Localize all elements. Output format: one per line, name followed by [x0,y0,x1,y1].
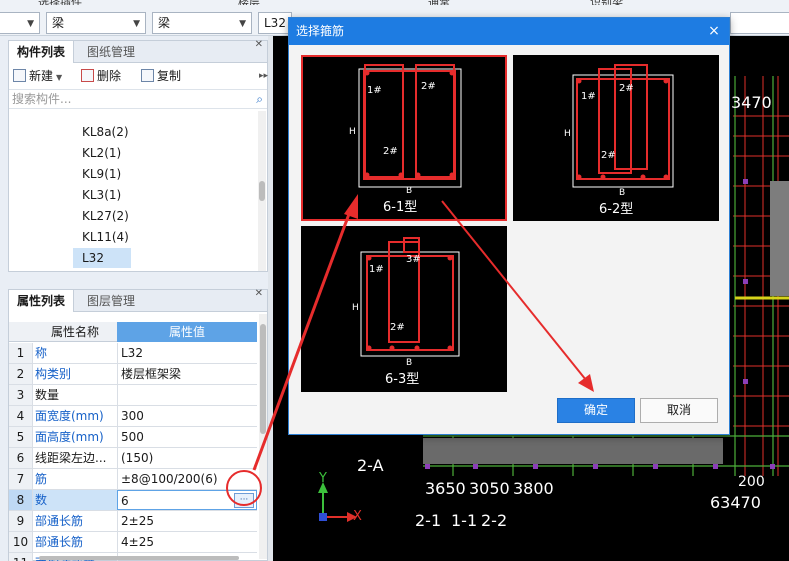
annotation-circle [226,470,262,506]
annotation-arrow-line [441,200,587,381]
annotation-arrowhead [344,194,358,219]
annotation-overlay [226,194,594,506]
annotation-arrow-line [252,205,354,471]
annotation-arrowhead [578,374,594,392]
